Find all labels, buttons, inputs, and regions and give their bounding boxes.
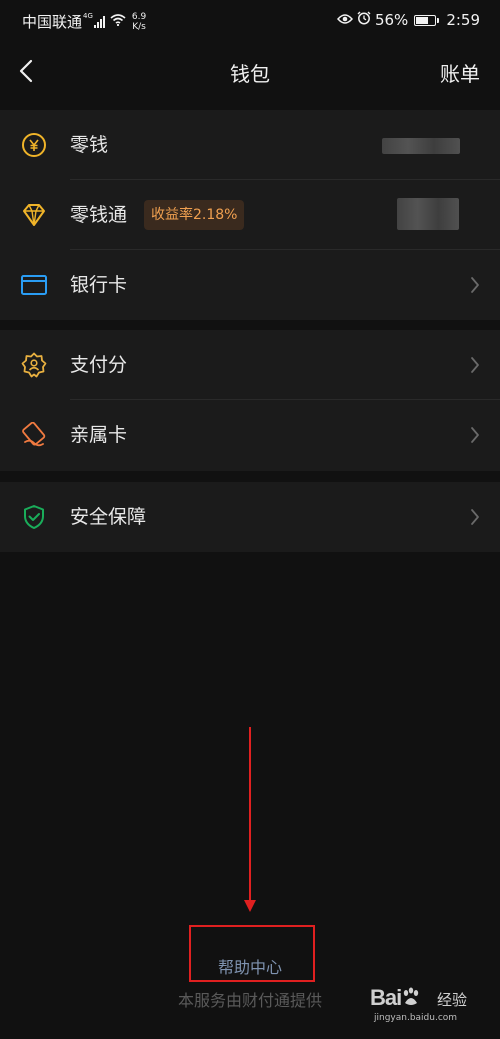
- eye-icon: [336, 11, 353, 29]
- signal-icon: [93, 15, 105, 28]
- chevron-right-icon: [471, 427, 479, 443]
- network-speed: 6.9 K/s: [132, 12, 146, 32]
- network-type: 4G: [83, 11, 93, 20]
- bank-card-icon: [21, 272, 47, 298]
- alarm-icon: [357, 11, 371, 29]
- battery-percent: 56%: [374, 11, 409, 29]
- diamond-icon: [21, 202, 47, 228]
- balance-group: 零钱 零钱通 银行卡: [0, 110, 500, 320]
- list-item-label: 银行卡: [70, 274, 128, 296]
- list-item-change-plus[interactable]: 零钱通: [0, 180, 500, 250]
- watermark-cn: 经验: [437, 991, 468, 1009]
- carrier-name: 中国联通: [22, 13, 83, 31]
- speed-value: 6.9: [131, 11, 147, 22]
- wifi-icon: [110, 13, 126, 30]
- list-item-family-card[interactable]: 亲属卡: [0, 400, 500, 470]
- nav-bar: 钱包 账单: [0, 40, 500, 104]
- shield-check-icon: [21, 504, 47, 530]
- help-center-link[interactable]: 帮助中心: [0, 954, 500, 978]
- family-card-icon: [21, 421, 47, 448]
- clock: 2:59: [446, 11, 480, 29]
- list-item-label: 零钱通: [70, 204, 128, 226]
- chevron-right-icon: [471, 277, 479, 293]
- paw-icon: [401, 987, 423, 1007]
- page-title: 钱包: [230, 62, 270, 86]
- chevron-right-icon: [471, 357, 479, 373]
- yuan-coin-icon: [21, 132, 47, 158]
- yield-rate-badge: 收益率2.18%: [144, 200, 245, 230]
- hidden-balance: [397, 198, 459, 230]
- baidu-jingyan-watermark: Bai 经验 jingyan.baidu.com: [370, 985, 480, 1029]
- list-item-change[interactable]: 零钱: [0, 110, 500, 180]
- chevron-right-icon: [471, 509, 479, 525]
- speed-unit: K/s: [132, 21, 146, 32]
- watermark-logo: Bai: [370, 985, 423, 1011]
- security-group: 安全保障: [0, 482, 500, 552]
- annotation-arrow: [249, 727, 251, 907]
- list-item-label: 亲属卡: [70, 424, 128, 446]
- list-item-security[interactable]: 安全保障: [0, 482, 500, 552]
- list-item-label: 零钱: [70, 134, 109, 156]
- list-item-label: 支付分: [70, 354, 128, 376]
- hidden-balance: [382, 138, 460, 154]
- gear-person-icon: [21, 352, 47, 378]
- bill-button[interactable]: 账单: [440, 58, 480, 87]
- services-group: 支付分 亲属卡: [0, 330, 500, 471]
- battery-icon: [414, 14, 440, 26]
- annotation-arrow-head: [244, 900, 256, 912]
- list-item-label: 安全保障: [70, 506, 147, 528]
- list-item-pay-score[interactable]: 支付分: [0, 330, 500, 400]
- status-bar: 中国联通 4G 6.9 K/s 56% 2:59: [0, 0, 500, 40]
- watermark-url: jingyan.baidu.com: [374, 1013, 458, 1023]
- list-item-bank-card[interactable]: 银行卡: [0, 250, 500, 320]
